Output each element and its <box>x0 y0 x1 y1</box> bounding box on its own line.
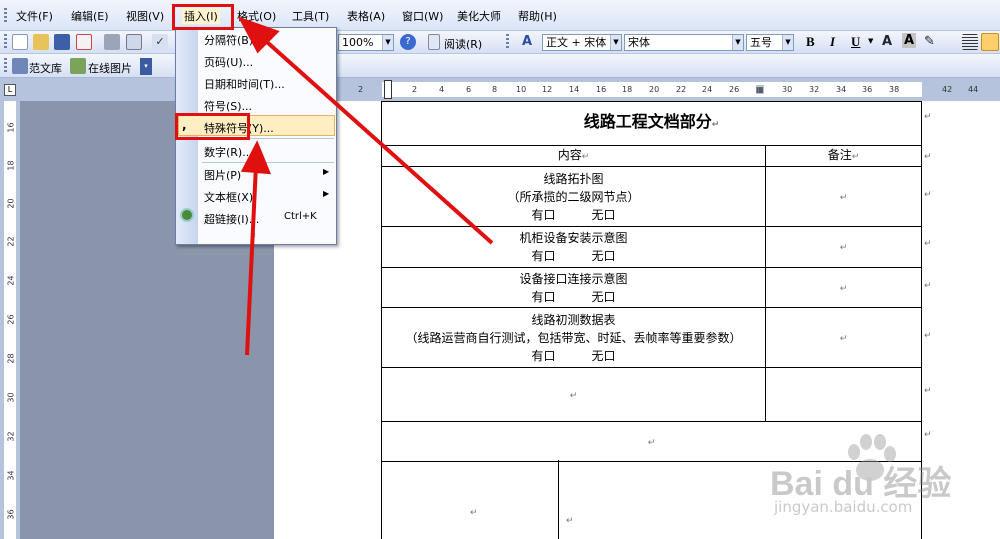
annotation-arrowhead <box>240 140 272 175</box>
annotation-arrow-line <box>256 32 494 245</box>
watermark-url: jingyan.baidu.com <box>774 498 913 516</box>
annotation-arrow-line <box>245 164 258 356</box>
baidu-watermark: Bai du 经验 jingyan.baidu.com <box>760 430 1000 530</box>
